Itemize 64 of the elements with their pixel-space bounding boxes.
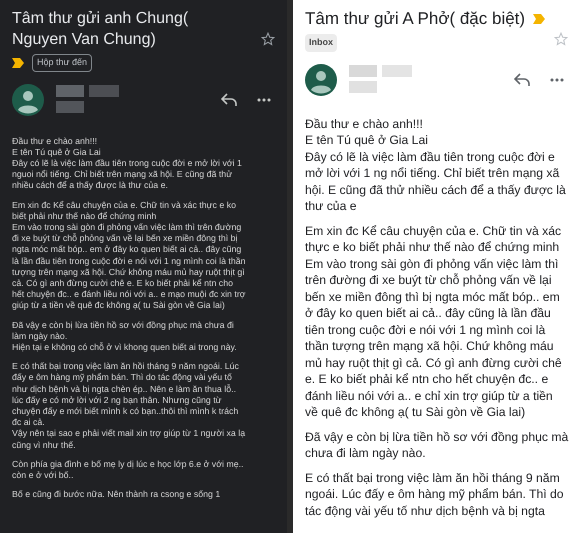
body-text-line: đấy e ôm hàng mỹ phẩm bán. Thì do tác động vài yếu tố xyxy=(12,372,232,384)
body-text-line: thần tượng trên mạng xã hội. Chứ không máu xyxy=(305,338,554,354)
body-text-line: hết chuyện đc.. e đánh liều nói với a.. e mạo muội đc xin trợ xyxy=(12,289,246,300)
body-text-line: thực e ko biết phải như thế nào để chứng minh xyxy=(305,239,560,256)
email-subject: Tâm thư gửi A Phở( đặc biệt) xyxy=(305,8,526,30)
body-text-line: Đây có lẽ là việc làm đầu tiên trong cuộc đời e mở lời với 1 xyxy=(12,158,242,170)
body-text-line: E có thất bại trong việc làm ăn hồi tháng 9 năm ngoái. Lúc xyxy=(12,361,239,372)
body-text-line: về quê đc không ạ( tu Sài gòn về Gia lai) xyxy=(305,404,526,420)
body-text-line: trên đường đi xe buýt từ chỗ phỏng vấn về lại xyxy=(305,272,552,288)
body-text-line: chuyện đấy e mới biết mình k có bạn..thôi thì mình k trách xyxy=(12,406,238,418)
body-text-line: tác động vài yếu tố như dịch bệnh và bị ngta xyxy=(305,502,545,519)
inbox-label[interactable]: Inbox xyxy=(305,34,337,52)
reply-icon[interactable] xyxy=(221,92,237,106)
body-text-line: Em xin đc Kể câu chuyện của e. Chữ tin và xác xyxy=(305,222,562,239)
body-text-line: giúp từ a tiền về quê đc không ạ( tu Sài gòn về Gia lai) xyxy=(12,300,225,312)
body-text-line: đánh liều nói với a.. e chỉ xin trợ giúp từ a tiền xyxy=(305,388,553,404)
body-text-line: Đã vậy e còn bị lừa tiền hồ sơ với đồng phục mà chưa đi xyxy=(12,320,234,331)
body-text-line: Còn phía gia đình e bố mẹ ly dị lúc e học lớp 6.e ở với mẹ.. xyxy=(12,458,244,470)
more-options-icon[interactable] xyxy=(550,78,564,82)
body-text-line: là lần đầu tiên trong cuộc đời e nói với 1 ng mình coi là thần xyxy=(12,256,246,267)
body-text-line: lúc đấy e có mở lời với 2 ng bạn thân. Nhưng cũng từ xyxy=(12,394,222,406)
star-icon[interactable] xyxy=(261,32,275,46)
body-text-line: Vậy nên tại sao e phải viết mail xin trợ giúp từ 1 người xa lạ xyxy=(12,428,246,440)
body-text-line: đc ai cả. xyxy=(12,417,45,428)
body-text-line: tiên trong cuộc đời e nói với 1 ng mình coi là xyxy=(305,322,546,338)
body-text-line: mở lời với 1 ng nổi tiếng. Chỉ biết trên mạng xã xyxy=(305,165,560,182)
body-text-line: cũng vì như thế. xyxy=(12,440,76,451)
body-text-line: như dịch bệnh và bị ngta chèn ép.. Nên e làm ăn thua lỗ.. xyxy=(12,384,236,395)
body-text-line: E tên Tú quê ở Gia Lai xyxy=(305,132,428,148)
body-text-line: hội. E cũng đã thử nhiều cách để a thấy được là xyxy=(305,182,566,198)
reply-icon[interactable] xyxy=(514,72,530,86)
body-text-line: biết phải như thế nào để chứng minh xyxy=(12,210,156,222)
body-text-line: Bố e cũng đi bước nữa. Nên thành ra csong e sống 1 xyxy=(12,489,220,500)
avatar-icon xyxy=(12,84,44,116)
body-text-line: Đây có lẽ là việc làm đầu tiên trong cuộc đời e xyxy=(305,148,555,165)
body-text-line: ở đây ko quen biết ai cả.. đây cũng là lần đầu xyxy=(305,305,551,322)
body-text-line: Đã vậy e còn bị lừa tiền hồ sơ với đồng phục mà xyxy=(305,428,568,445)
body-text-line: Em xin đc Kể câu chuyện của e. Chữ tin và xác thực e ko xyxy=(12,200,236,211)
body-text-line: mủ hay ruột thịt gì cả. Có gì anh đừng cười chê xyxy=(305,354,562,371)
body-text-line: Đầu thư e chào anh!!! xyxy=(12,136,98,147)
body-text-line: bến xe miền đông thì bị ngta móc mất bóp.. em xyxy=(305,288,560,305)
body-text-line: chưa đi làm ngày nào. xyxy=(305,445,426,462)
body-text-line: cả. Có gì anh đừng cười chê e. E ko biết phải kể ntn cho xyxy=(12,278,233,290)
body-text-line: E có thất bại trong việc làm ăn hồi tháng 9 năm xyxy=(305,470,560,486)
body-text-line: còn e ở với bố.. xyxy=(12,470,74,482)
body-text-line: ngoái. Lúc đấy e ôm hàng mỹ phẩm bán. Thì do xyxy=(305,486,564,502)
avatar-icon xyxy=(305,64,337,96)
more-options-icon[interactable] xyxy=(257,98,271,102)
star-icon[interactable] xyxy=(554,32,568,46)
body-text-line: Em vào trong sài gòn đi phỏng vấn việc làm thì trên đường xyxy=(12,222,242,233)
body-text-line: nguoi nổi tiếng. Chỉ biết trên mạng xã hội. E cũng đã thử xyxy=(12,169,232,180)
body-text-line: e. E ko biết phải kể ntn cho hết chuyện đc.. e xyxy=(305,371,548,388)
body-text-line: thư của e xyxy=(305,198,357,214)
body-text-line: đi xe buýt từ chỗ phỏng vấn về lại bến xe miền đông thì bị xyxy=(12,233,238,244)
inbox-label[interactable]: Hộp thư đến xyxy=(32,54,92,72)
body-text-line: tượng trên mạng xã hội. Chứ không máu mủ hay ruột thịt gì xyxy=(12,266,245,278)
body-text-line: Em vào trong sài gòn đi phỏng vấn việc làm thì xyxy=(305,256,558,272)
body-text-line: làm ngày nào. xyxy=(12,330,68,342)
body-text-line: Hiện tại e không có chỗ ở vì khong quen biết ai trong này. xyxy=(12,342,237,354)
email-subject: Tâm thư gửi anh Chung( Nguyen Van Chung) xyxy=(12,9,190,50)
body-text-line: E tên Tú quê ở Gia Lai xyxy=(12,146,101,158)
body-text-line: ngta móc mất bóp.. em ở đây ko quen biết ai cả.. đây cũng xyxy=(12,244,242,256)
body-text-line: nhiều cách để a thấy được là thư của e. xyxy=(12,180,168,192)
body-text-line: Đầu thư e chào anh!!! xyxy=(305,116,423,132)
